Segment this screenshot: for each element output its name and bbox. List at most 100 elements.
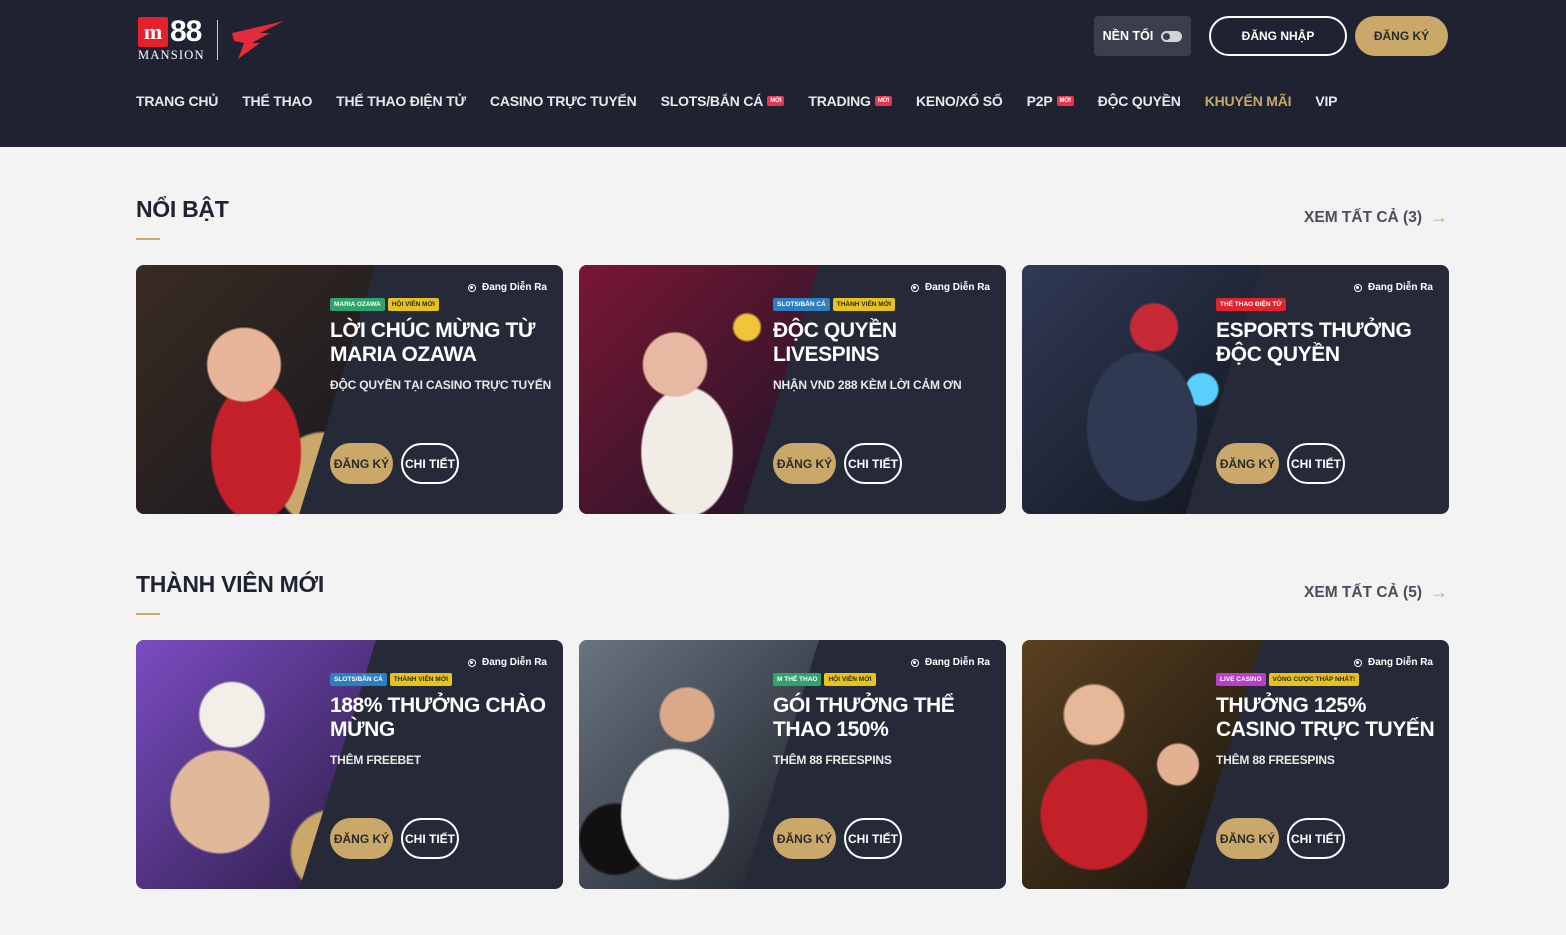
logo-number: 88 bbox=[170, 15, 202, 48]
promo-details-button[interactable]: CHI TIẾT bbox=[1287, 818, 1345, 859]
nav-item-label: KENO/XỔ SỐ bbox=[915, 93, 1003, 109]
promo-actions: ĐĂNG KÝ CHI TIẾT bbox=[1216, 818, 1345, 859]
status-badge: Đang Diễn Ra bbox=[1353, 657, 1433, 668]
dark-mode-label: NỀN TỐI bbox=[1102, 29, 1154, 43]
status-badge: Đang Diễn Ra bbox=[467, 657, 547, 668]
live-dot-icon bbox=[1353, 658, 1362, 667]
promo-register-button[interactable]: ĐĂNG KÝ bbox=[773, 818, 836, 859]
promo-card[interactable]: Đang Diễn Ra SLOTS/BẮN CÁ THÀNH VIÊN MỚI 18… bbox=[136, 640, 563, 889]
promo-tag: LIVE CASINO bbox=[1216, 673, 1266, 686]
promo-tag: HỘI VIÊN MỚI bbox=[824, 673, 876, 686]
promo-details-button[interactable]: CHI TIẾT bbox=[844, 443, 902, 484]
promo-tag: SLOTS/BẮN CÁ bbox=[773, 298, 830, 311]
dark-mode-toggle[interactable]: NỀN TỐI bbox=[1094, 16, 1191, 56]
main-nav: TRANG CHỦ THỂ THAO THỂ THAO ĐIỆN TỬ CASINO … bbox=[136, 93, 1361, 109]
live-dot-icon bbox=[467, 658, 476, 667]
promo-tag: VÒNG CƯỢC THẤP NHẤT! bbox=[1268, 673, 1360, 686]
nav-item[interactable]: TRANG CHỦ bbox=[136, 93, 218, 109]
promo-card-body: Đang Diễn Ra THỂ THAO ĐIỆN TỬ ESPORTS THƯỞ… bbox=[1216, 265, 1449, 514]
promo-tag: HỘI VIÊN MỚI bbox=[387, 298, 439, 311]
nav-item-label: THỂ THAO ĐIỆN TỬ bbox=[336, 93, 466, 109]
promo-card-body: Đang Diễn Ra SLOTS/BẮN CÁ THÀNH VIÊN MỚI 18… bbox=[330, 640, 563, 889]
promo-card[interactable]: Đang Diễn Ra M THỂ THAO HỘI VIÊN MỚI GÓI TH… bbox=[579, 640, 1006, 889]
live-dot-icon bbox=[910, 658, 919, 667]
nav-item-label: SLOTS/BẮN CÁ bbox=[660, 93, 764, 109]
promo-card-body: Đang Diễn Ra M THỂ THAO HỘI VIÊN MỚI GÓI TH… bbox=[773, 640, 1006, 889]
nav-item-label: P2P bbox=[1026, 93, 1053, 109]
promo-tag: SLOTS/BẮN CÁ bbox=[330, 673, 387, 686]
nav-item[interactable]: SLOTS/BẮN CÁ MỚI bbox=[661, 93, 785, 109]
promo-subtitle: NHẬN VND 288 KÈM LỜI CẢM ƠN bbox=[773, 378, 962, 392]
arrow-right-icon: → bbox=[1430, 207, 1448, 227]
status-badge: Đang Diễn Ra bbox=[910, 282, 990, 293]
promo-card[interactable]: Đang Diễn Ra SLOTS/BẮN CÁ THÀNH VIÊN MỚI ĐỘ… bbox=[579, 265, 1006, 514]
nav-item[interactable]: KENO/XỔ SỐ bbox=[916, 93, 1003, 109]
login-button[interactable]: ĐĂNG NHẬP bbox=[1209, 16, 1347, 56]
promo-tags: MARIA OZAWA HỘI VIÊN MỚI bbox=[330, 298, 439, 311]
promo-title: LỜI CHÚC MỪNG TỪ MARIA OZAWA bbox=[330, 319, 536, 366]
promo-actions: ĐĂNG KÝ CHI TIẾT bbox=[1216, 443, 1345, 484]
promo-register-button[interactable]: ĐĂNG KÝ bbox=[1216, 443, 1279, 484]
promo-tags: LIVE CASINO VÒNG CƯỢC THẤP NHẤT! bbox=[1216, 673, 1360, 686]
promo-register-button[interactable]: ĐĂNG KÝ bbox=[330, 818, 393, 859]
promo-details-button[interactable]: CHI TIẾT bbox=[401, 818, 459, 859]
see-all-new-members-link[interactable]: XEM TẤT CẢ (5) → bbox=[1304, 582, 1448, 603]
nav-item[interactable]: CASINO TRỰC TUYẾN bbox=[490, 93, 637, 109]
nav-item-label: THỂ THAO bbox=[242, 93, 313, 109]
promo-details-button[interactable]: CHI TIẾT bbox=[1287, 443, 1345, 484]
promo-details-button[interactable]: CHI TIẾT bbox=[844, 818, 902, 859]
nav-item[interactable]: KHUYẾN MÃI bbox=[1205, 93, 1292, 109]
promo-card[interactable]: Đang Diễn Ra LIVE CASINO VÒNG CƯỢC THẤP NH… bbox=[1022, 640, 1449, 889]
status-text: Đang Diễn Ra bbox=[481, 657, 547, 668]
promo-tag: MARIA OZAWA bbox=[330, 298, 385, 311]
promo-register-button[interactable]: ĐĂNG KÝ bbox=[330, 443, 393, 484]
promo-register-button[interactable]: ĐĂNG KÝ bbox=[1216, 818, 1279, 859]
see-all-featured-link[interactable]: XEM TẤT CẢ (3) → bbox=[1304, 207, 1448, 228]
promo-tag: THÀNH VIÊN MỚI bbox=[832, 298, 896, 311]
site-logo[interactable]: m 88 MANSION bbox=[138, 17, 286, 63]
promo-subtitle: THÊM FREEBET bbox=[330, 753, 421, 767]
promo-tags: SLOTS/BẮN CÁ THÀNH VIÊN MỚI bbox=[773, 298, 896, 311]
nav-item[interactable]: TRADING MỚI bbox=[808, 93, 892, 109]
promo-tags: M THỂ THAO HỘI VIÊN MỚI bbox=[773, 673, 876, 686]
live-dot-icon bbox=[467, 283, 476, 292]
section-title-new-members: THÀNH VIÊN MỚI bbox=[136, 571, 324, 597]
m88-logo: m 88 MANSION bbox=[138, 17, 205, 63]
status-text: Đang Diễn Ra bbox=[924, 657, 990, 668]
nav-item[interactable]: P2P MỚI bbox=[1027, 93, 1074, 109]
promo-details-button[interactable]: CHI TIẾT bbox=[401, 443, 459, 484]
promo-card-body: Đang Diễn Ra LIVE CASINO VÒNG CƯỢC THẤP NH… bbox=[1216, 640, 1449, 889]
nav-item-label: KHUYẾN MÃI bbox=[1204, 93, 1292, 109]
nav-item[interactable]: THỂ THAO bbox=[242, 93, 312, 109]
nav-item[interactable]: THỂ THAO ĐIỆN TỬ bbox=[336, 93, 466, 109]
status-text: Đang Diễn Ra bbox=[481, 282, 547, 293]
promo-title: ĐỘC QUYỀN LIVESPINS bbox=[773, 319, 897, 366]
status-badge: Đang Diễn Ra bbox=[467, 282, 547, 293]
new-badge: MỚI bbox=[767, 96, 785, 106]
nav-item[interactable]: VIP bbox=[1315, 93, 1337, 109]
top-header: m 88 MANSION NỀN TỐI ĐĂNG NHẬP ĐĂNG KÝ T… bbox=[0, 0, 1566, 147]
status-text: Đang Diễn Ra bbox=[1367, 657, 1433, 668]
promo-card[interactable]: Đang Diễn Ra THỂ THAO ĐIỆN TỬ ESPORTS THƯỞ… bbox=[1022, 265, 1449, 514]
promo-actions: ĐĂNG KÝ CHI TIẾT bbox=[330, 443, 459, 484]
nav-item-label: TRADING bbox=[808, 93, 871, 109]
nav-item-label: CASINO TRỰC TUYẾN bbox=[489, 93, 637, 109]
section-title-featured: NỔI BẬT bbox=[136, 196, 229, 222]
register-button[interactable]: ĐĂNG KÝ bbox=[1355, 16, 1448, 56]
promo-title: ESPORTS THƯỞNG ĐỘC QUYỀN bbox=[1216, 319, 1412, 366]
nav-item-label: TRANG CHỦ bbox=[136, 93, 219, 109]
promo-register-button[interactable]: ĐĂNG KÝ bbox=[773, 443, 836, 484]
promo-card[interactable]: Đang Diễn Ra MARIA OZAWA HỘI VIÊN MỚI LỜI C… bbox=[136, 265, 563, 514]
status-badge: Đang Diễn Ra bbox=[910, 657, 990, 668]
toggle-switch-icon[interactable] bbox=[1161, 30, 1183, 42]
promo-actions: ĐĂNG KÝ CHI TIẾT bbox=[330, 818, 459, 859]
promo-tag: THỂ THAO ĐIỆN TỬ bbox=[1216, 298, 1286, 311]
promo-title: GÓI THƯỞNG THỂ THAO 150% bbox=[773, 694, 955, 741]
promo-card-body: Đang Diễn Ra SLOTS/BẮN CÁ THÀNH VIÊN MỚI ĐỘ… bbox=[773, 265, 1006, 514]
logo-word: MANSION bbox=[138, 48, 205, 62]
nav-item[interactable]: ĐỘC QUYỀN bbox=[1098, 93, 1181, 109]
promo-tags: SLOTS/BẮN CÁ THÀNH VIÊN MỚI bbox=[330, 673, 453, 686]
promo-tags: THỂ THAO ĐIỆN TỬ bbox=[1216, 298, 1286, 311]
promo-tag: M THỂ THAO bbox=[773, 673, 822, 686]
nav-item-label: ĐỘC QUYỀN bbox=[1097, 93, 1181, 109]
